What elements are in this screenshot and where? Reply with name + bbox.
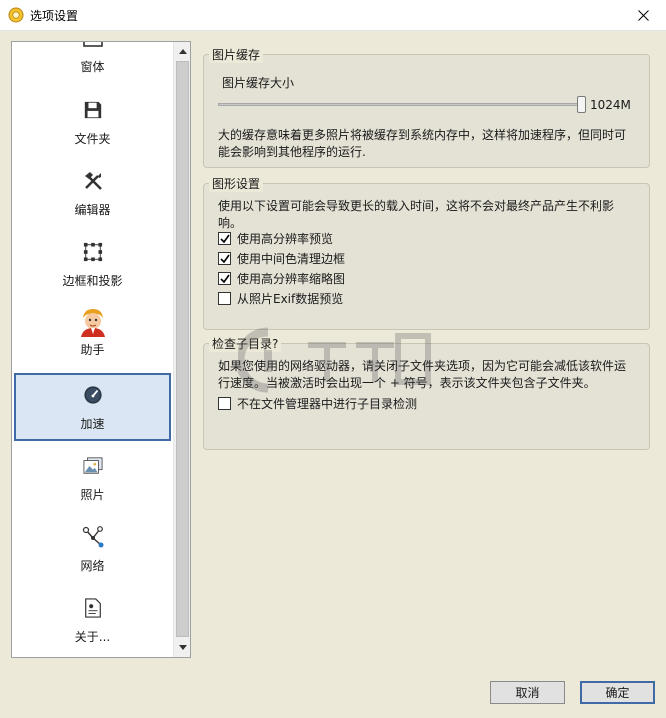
cache-size-value: 1024M xyxy=(590,98,631,112)
photo-icon xyxy=(81,454,105,478)
cache-description-line2: 能会影响到其他程序的运行. xyxy=(218,145,366,159)
scroll-down-button[interactable] xyxy=(175,639,190,655)
image-cache-group: 图片缓存 图片缓存大小 1024M 大的缓存意味着更多照片将被缓存到系统内存中，… xyxy=(203,46,650,168)
scroll-up-button[interactable] xyxy=(175,43,190,59)
window-title: 选项设置 xyxy=(30,9,79,23)
sidebar-item-label: 边框和投影 xyxy=(62,274,123,288)
sidebar-item-window[interactable]: 窗体 xyxy=(14,42,171,84)
option-hires-preview[interactable]: 使用高分辨率预览 xyxy=(218,230,333,247)
checkbox[interactable] xyxy=(218,292,231,305)
watermark-logo xyxy=(235,322,438,402)
sidebar-item-editor[interactable]: 编辑器 xyxy=(14,159,171,227)
scrollbar-thumb[interactable] xyxy=(176,61,189,637)
cache-size-slider-thumb[interactable] xyxy=(577,96,586,113)
cache-size-slider-track[interactable] xyxy=(218,103,582,106)
sidebar-item-about[interactable]: 关于... xyxy=(14,586,171,654)
window-icon xyxy=(81,42,105,50)
sidebar-item-label: 加速 xyxy=(80,417,105,431)
checkbox[interactable] xyxy=(218,272,231,285)
checkmark-icon xyxy=(219,254,230,263)
sidebar-item-label: 关于... xyxy=(74,630,111,644)
sidebar-item-network[interactable]: 网络 xyxy=(14,515,171,583)
sidebar-item-border-shadow[interactable]: 边框和投影 xyxy=(14,230,171,298)
checkmark-icon xyxy=(219,274,230,283)
assistant-avatar-icon xyxy=(78,307,108,337)
sidebar-item-label: 窗体 xyxy=(80,60,105,74)
cache-size-label: 图片缓存大小 xyxy=(222,76,295,90)
network-icon xyxy=(81,525,105,549)
sidebar-item-folder[interactable]: 文件夹 xyxy=(14,88,171,156)
arrow-up-icon xyxy=(178,48,187,54)
app-logo-icon xyxy=(8,7,24,23)
close-button[interactable] xyxy=(620,0,666,31)
checkbox-label: 从照片Exif数据预览 xyxy=(237,292,344,306)
sidebar-item-label: 照片 xyxy=(80,488,105,502)
checkbox[interactable] xyxy=(218,252,231,265)
graphics-description-line1: 使用以下设置可能会导致更长的载入时间，这将不会对最终产品产生不利影 xyxy=(218,199,615,213)
checkbox[interactable] xyxy=(218,232,231,245)
cache-description-line1: 大的缓存意味着更多照片将被缓存到系统内存中，这样将加速程序，但同时可 xyxy=(218,128,627,142)
border-shadow-icon xyxy=(81,240,105,264)
title-bar: 选项设置 xyxy=(0,0,666,31)
option-midtone-border[interactable]: 使用中间色清理边框 xyxy=(218,250,345,267)
arrow-down-icon xyxy=(178,644,187,650)
tools-icon xyxy=(81,169,105,193)
checkbox-label: 使用高分辨率预览 xyxy=(237,232,334,246)
floppy-disk-icon xyxy=(81,98,105,122)
graphics-settings-group: 图形设置 使用以下设置可能会导致更长的载入时间，这将不会对最终产品产生不利影 响… xyxy=(203,175,650,330)
checkbox-label: 使用中间色清理边框 xyxy=(237,252,346,266)
options-sidebar: 窗体 文件夹 编辑器 边框和投影 助手 加速 照片 网络 关于... xyxy=(11,41,191,658)
sidebar-item-label: 助手 xyxy=(80,343,105,357)
sidebar-item-label: 网络 xyxy=(80,559,105,573)
checkbox-label: 使用高分辨率缩略图 xyxy=(237,272,346,286)
sidebar-item-label: 编辑器 xyxy=(74,203,111,217)
sidebar-item-photo[interactable]: 照片 xyxy=(14,444,171,512)
sidebar-item-speedup[interactable]: 加速 xyxy=(14,373,171,441)
sidebar-scrollbar[interactable] xyxy=(173,42,190,657)
group-title: 图片缓存 xyxy=(209,46,264,63)
checkbox[interactable] xyxy=(218,397,231,410)
cancel-button[interactable]: 取消 xyxy=(490,681,565,704)
sidebar-item-assistant[interactable]: 助手 xyxy=(14,301,171,369)
about-document-icon xyxy=(81,596,105,620)
option-hires-thumbnail[interactable]: 使用高分辨率缩略图 xyxy=(218,270,345,287)
speedometer-icon xyxy=(81,383,105,407)
ok-button[interactable]: 确定 xyxy=(580,681,655,704)
group-title: 图形设置 xyxy=(209,175,264,192)
sidebar-item-label: 文件夹 xyxy=(74,132,111,146)
option-exif-preview[interactable]: 从照片Exif数据预览 xyxy=(218,290,343,307)
close-icon xyxy=(637,10,649,21)
checkmark-icon xyxy=(219,234,230,243)
